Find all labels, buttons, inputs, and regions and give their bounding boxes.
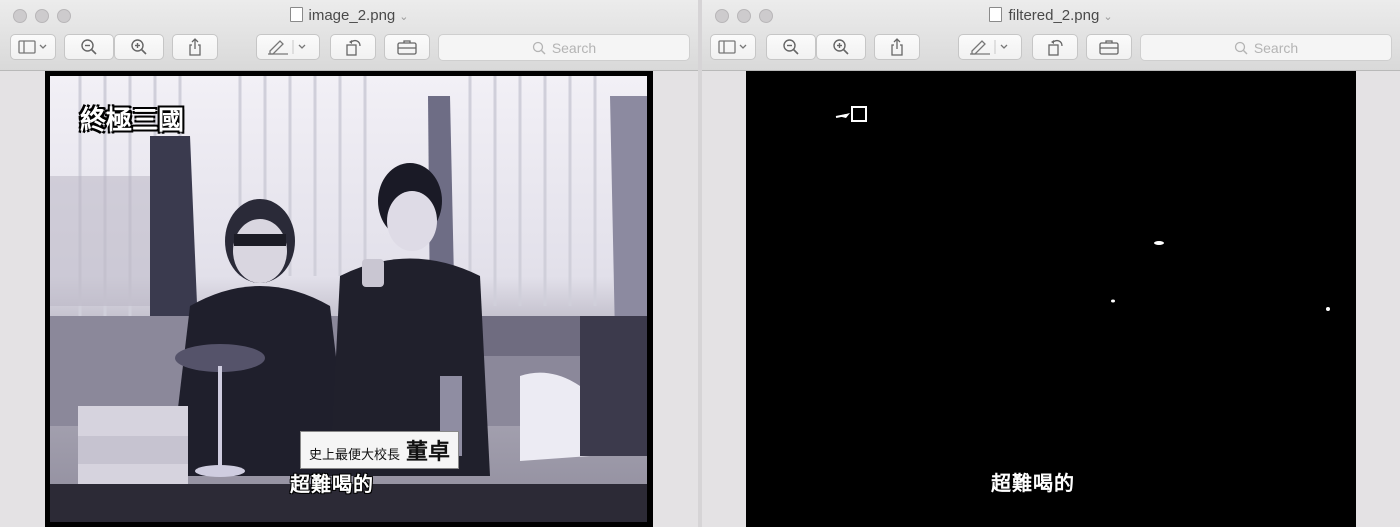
photo-scene: 終極三國 史上最便大校長 董卓 超難喝的 — [50, 76, 647, 522]
document-icon — [989, 7, 1003, 22]
image-canvas: 超難喝的 — [702, 71, 1400, 527]
chevron-down-icon: ⌄ — [399, 11, 409, 23]
preview-window-left: image_2.png ⌄ Search 終極三國 史上最便大校長 董卓 超難喝… — [0, 0, 698, 527]
markup-icon — [970, 40, 1008, 55]
nameplate: 史上最便大校長 董卓 — [300, 431, 460, 469]
rotate-icon — [346, 39, 361, 56]
window-title[interactable]: image_2.png ⌄ — [0, 7, 698, 24]
zoom-in-button[interactable] — [816, 34, 866, 60]
filtered-image-view: 超難喝的 — [746, 71, 1356, 527]
zoom-out-icon — [783, 39, 799, 55]
sidebar-button[interactable] — [710, 34, 756, 60]
subtitle: 超難喝的 — [991, 473, 1075, 495]
search-placeholder: Search — [551, 39, 597, 56]
zoom-in-icon — [833, 39, 849, 55]
title-bar: image_2.png ⌄ Search — [0, 0, 698, 71]
markup-button[interactable] — [256, 34, 320, 60]
filtered-artifacts — [835, 106, 1330, 311]
toolbox-button[interactable] — [1086, 34, 1132, 60]
markup-icon — [268, 40, 306, 55]
toolbox-icon — [1099, 40, 1119, 55]
sidebar-icon — [18, 40, 47, 54]
rotate-button[interactable] — [330, 34, 376, 60]
search-icon — [532, 41, 546, 54]
share-icon — [891, 38, 903, 56]
subtitle: 超難喝的 — [290, 474, 374, 496]
toolbox-icon — [397, 40, 417, 55]
rotate-button[interactable] — [1032, 34, 1078, 60]
image-view: 終極三國 史上最便大校長 董卓 超難喝的 — [45, 71, 653, 527]
zoom-out-button[interactable] — [64, 34, 114, 60]
document-icon — [289, 7, 303, 22]
markup-button[interactable] — [958, 34, 1022, 60]
search-field[interactable]: Search — [1140, 34, 1392, 61]
toolbox-button[interactable] — [384, 34, 430, 60]
title-bar: filtered_2.png ⌄ Search — [702, 0, 1400, 71]
search-icon — [1234, 41, 1248, 54]
sidebar-icon — [718, 40, 747, 54]
chevron-down-icon: ⌄ — [1103, 11, 1113, 23]
window-title[interactable]: filtered_2.png ⌄ — [702, 7, 1400, 24]
show-logo: 終極三國 — [80, 106, 185, 136]
zoom-out-icon — [81, 39, 97, 55]
preview-window-right: filtered_2.png ⌄ Search 超難喝的 — [702, 0, 1400, 527]
share-icon — [189, 38, 201, 56]
rotate-icon — [1048, 39, 1063, 56]
share-button[interactable] — [874, 34, 920, 60]
image-canvas: 終極三國 史上最便大校長 董卓 超難喝的 — [0, 71, 698, 527]
zoom-in-icon — [131, 39, 147, 55]
search-field[interactable]: Search — [438, 34, 690, 61]
sidebar-button[interactable] — [10, 34, 56, 60]
search-placeholder: Search — [1253, 39, 1299, 56]
share-button[interactable] — [172, 34, 218, 60]
zoom-in-button[interactable] — [114, 34, 164, 60]
zoom-out-button[interactable] — [766, 34, 816, 60]
